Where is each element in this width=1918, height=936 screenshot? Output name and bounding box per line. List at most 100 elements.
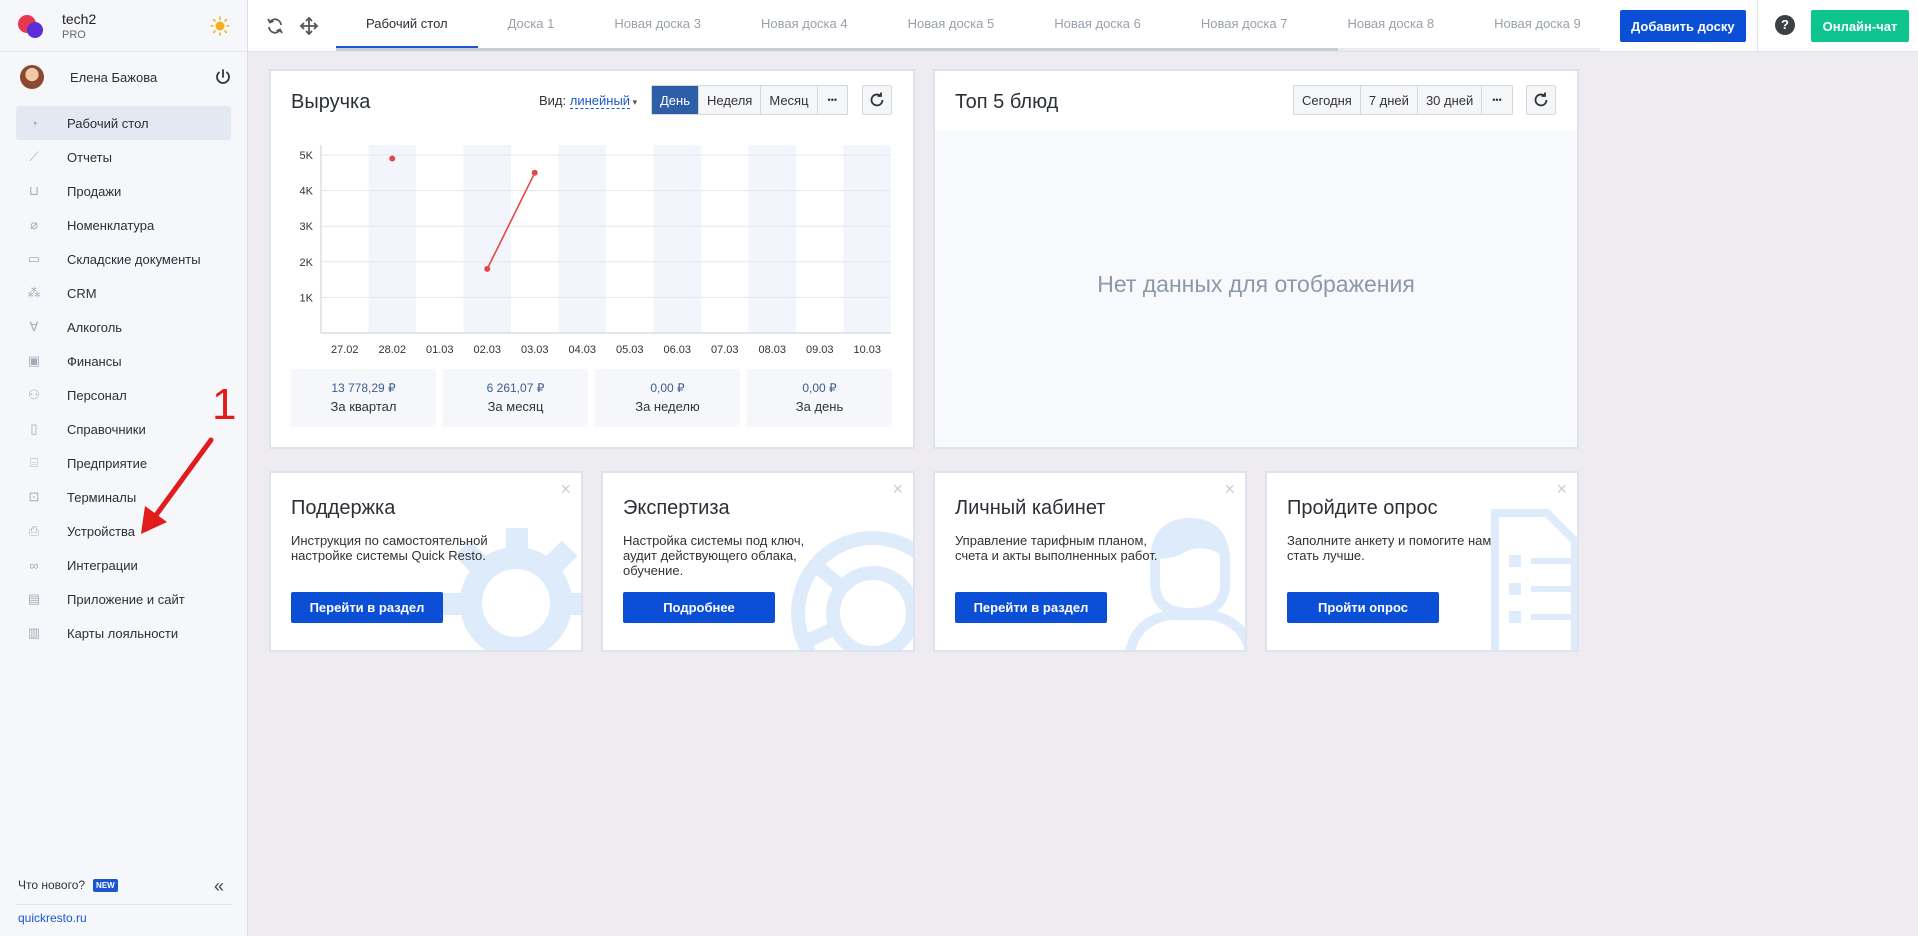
tab-board[interactable]: Новая доска 6 <box>1024 0 1171 46</box>
sidebar-item-card[interactable]: ▥ Карты лояльности <box>16 616 231 650</box>
sidebar-item-chart[interactable]: ⟋ Отчеты <box>16 140 231 174</box>
chart-view-selector[interactable]: Вид: линейный ▾ <box>539 93 637 109</box>
tabs-scroll-thumb[interactable] <box>336 48 1338 51</box>
sidebar-item-label: CRM <box>67 285 97 301</box>
tab-board[interactable]: Новая доска 4 <box>731 0 878 46</box>
sidebar-item-glass[interactable]: ∀ Алкоголь <box>16 310 231 344</box>
period-day-button[interactable]: День <box>652 86 699 114</box>
x-tick-label: 27.02 <box>331 344 359 356</box>
user-profile[interactable]: Елена Бажова <box>0 52 247 102</box>
book-icon: ▯ <box>30 421 38 436</box>
more-details-button[interactable]: Подробнее <box>623 592 775 623</box>
view-label: Вид: <box>539 93 567 108</box>
stat-value: 13 778,29 ₽ <box>331 381 396 395</box>
refresh-icon[interactable] <box>862 85 892 115</box>
promo-support-card: × Поддержка Инструкция по самостоятельно… <box>269 471 583 652</box>
basket-icon: ⊔ <box>28 183 40 198</box>
sidebar-item-app[interactable]: ▤ Приложение и сайт <box>16 582 231 616</box>
sidebar-item-basket[interactable]: ⊔ Продажи <box>16 174 231 208</box>
y-tick-label: 1K <box>300 292 314 304</box>
tab-board[interactable]: Новая доска 8 <box>1317 0 1464 46</box>
sidebar-item-people[interactable]: ⁂ CRM <box>16 276 231 310</box>
more-options-icon[interactable]: ••• <box>1482 86 1512 114</box>
close-icon[interactable]: × <box>1224 479 1235 500</box>
tabs-scrollbar[interactable] <box>336 48 1600 51</box>
person-icon <box>1125 517 1245 650</box>
annotation-number: 1 <box>212 380 237 429</box>
tab-board[interactable]: Новая доска 3 <box>584 0 731 46</box>
add-board-button[interactable]: Добавить доску <box>1620 10 1746 42</box>
sidebar-item-tag[interactable]: ⌀ Номенклатура <box>16 208 231 242</box>
close-icon[interactable]: × <box>1556 479 1567 500</box>
period-7days-button[interactable]: 7 дней <box>1360 86 1418 114</box>
close-icon[interactable]: × <box>560 479 571 500</box>
terminal-icon: ⊡ <box>28 489 40 504</box>
period-week-button[interactable]: Неделя <box>699 86 762 114</box>
top-bar: Рабочий стол Доска 1 Новая доска 3 Новая до… <box>248 0 1918 52</box>
sidebar-item-label: Приложение и сайт <box>67 591 185 607</box>
more-options-icon[interactable]: ••• <box>817 86 847 114</box>
period-month-button[interactable]: Месяц <box>761 86 818 114</box>
period-30days-button[interactable]: 30 дней <box>1417 86 1483 114</box>
x-tick-label: 08.03 <box>758 344 786 356</box>
promo-survey-card: × Пройдите опрос Заполните анкету и помо… <box>1265 471 1579 652</box>
x-tick-label: 05.03 <box>616 344 644 356</box>
chart-icon: ⟋ <box>29 149 39 164</box>
stat-value: 0,00 ₽ <box>802 381 837 395</box>
logout-power-icon[interactable] <box>214 68 232 86</box>
chart-band <box>463 145 511 333</box>
annotation-arrow-icon <box>141 437 214 534</box>
sidebar-item-label: Персонал <box>67 387 127 403</box>
quickresto-logo-icon <box>18 13 44 39</box>
whats-new-link[interactable]: Что нового? NEW <box>18 878 118 892</box>
online-chat-button[interactable]: Онлайн-чат <box>1811 10 1909 42</box>
top5-period-group: Сегодня 7 дней 30 дней ••• <box>1293 85 1513 115</box>
sidebar-item-link[interactable]: ∞ Интеграции <box>16 548 231 582</box>
sidebar-item-dashboard[interactable]: ◔ Рабочий стол <box>16 106 231 140</box>
y-tick-label: 3K <box>300 221 314 233</box>
sidebar-item-wallet[interactable]: ▣ Финансы <box>16 344 231 378</box>
building-icon: ⌸ <box>30 455 38 470</box>
x-tick-label: 28.02 <box>378 344 406 356</box>
dashboard-icon: ◔ <box>30 115 38 131</box>
promo-text: Управление тарифным планом, счета и акты… <box>955 533 1158 563</box>
no-data-message: Нет данных для отображения <box>1097 271 1415 297</box>
chart-band <box>368 145 416 333</box>
collapse-sidebar-icon[interactable]: « <box>214 876 224 897</box>
x-tick-label: 09.03 <box>806 344 834 356</box>
tab-board[interactable]: Новая доска 9 <box>1464 0 1611 46</box>
sidebar-item-box[interactable]: ▭ Складские документы <box>16 242 231 276</box>
sidebar-item-label: Продажи <box>67 183 122 199</box>
stat-value: 6 261,07 ₽ <box>486 381 545 395</box>
go-to-section-button[interactable]: Перейти в раздел <box>291 592 443 623</box>
move-icon[interactable] <box>299 16 319 36</box>
view-value[interactable]: линейный <box>569 93 631 109</box>
tab-board[interactable]: Рабочий стол <box>336 0 478 48</box>
period-today-button[interactable]: Сегодня <box>1294 86 1361 114</box>
go-to-section-button[interactable]: Перейти в раздел <box>955 592 1107 623</box>
promo-title: Экспертиза <box>623 497 730 519</box>
refresh-icon[interactable] <box>1526 85 1556 115</box>
theme-sun-icon[interactable] <box>210 16 230 36</box>
tab-board[interactable]: Новая доска 7 <box>1171 0 1318 46</box>
sync-icon[interactable] <box>265 16 285 36</box>
promo-title: Пройдите опрос <box>1287 497 1438 519</box>
revenue-line-chart: 1K 2K 3K 4K 5K 27.02 28.02 01.03 02.03 03.03 04.03… <box>300 145 891 356</box>
account-name: tech2 <box>62 10 97 27</box>
quickresto-site-link[interactable]: quickresto.ru <box>18 911 87 925</box>
sidebar-item-label: Алкоголь <box>67 319 123 335</box>
stat-quarter: 13 778,29 ₽ За квартал <box>291 369 436 427</box>
stat-week: 0,00 ₽ За неделю <box>595 369 740 427</box>
printer-icon: ⎙ <box>28 523 40 538</box>
wallet-icon: ▣ <box>27 353 41 368</box>
tab-board[interactable]: Доска 1 <box>478 0 585 46</box>
take-survey-button[interactable]: Пройти опрос <box>1287 592 1439 623</box>
sidebar-item-staff[interactable]: ⚇ Персонал <box>16 378 231 412</box>
close-icon[interactable]: × <box>892 479 903 500</box>
help-icon[interactable]: ? <box>1775 15 1795 35</box>
account-plan: PRO <box>62 28 86 41</box>
stat-day: 0,00 ₽ За день <box>747 369 892 427</box>
tab-board[interactable]: Новая доска 5 <box>878 0 1025 46</box>
promo-account-card: × Личный кабинет Управление тарифным пла… <box>933 471 1247 652</box>
x-tick-label: 10.03 <box>853 344 881 356</box>
